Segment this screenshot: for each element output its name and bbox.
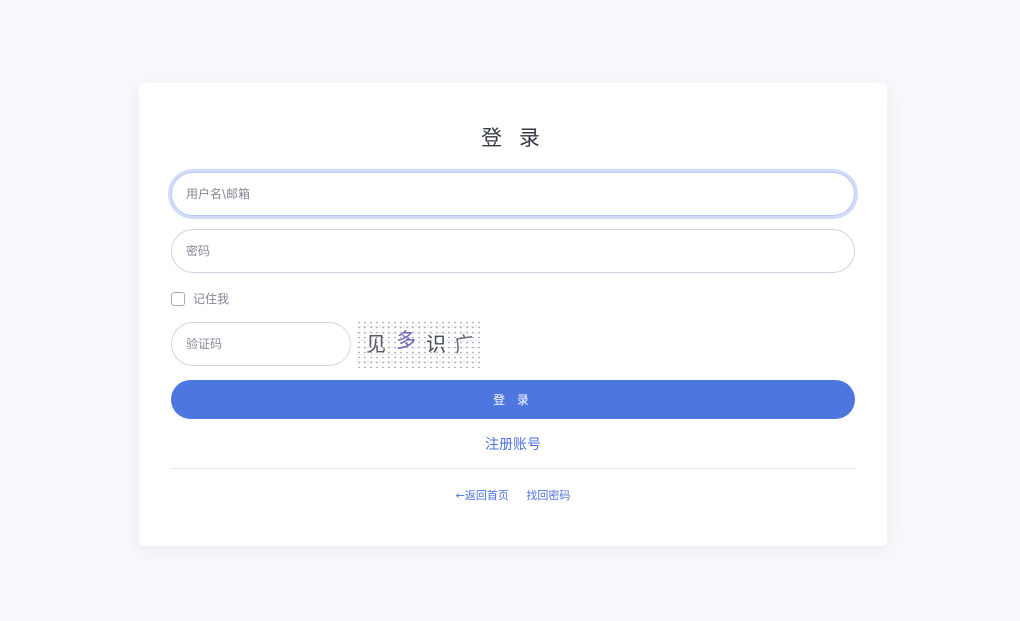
back-home-link[interactable]: ←返回首页: [456, 489, 509, 502]
divider: [171, 468, 855, 469]
login-card: 登 录 记住我 见 多 识 广 登 录 注册账号 ←返回首页 找回密码: [139, 83, 887, 546]
captcha-image[interactable]: 见 多 识 广: [356, 320, 480, 368]
captcha-char: 广: [452, 330, 476, 358]
captcha-char: 多: [396, 328, 416, 352]
register-link[interactable]: 注册账号: [139, 434, 887, 454]
remember-checkbox[interactable]: [171, 291, 185, 306]
login-page: 登 录 记住我 见 多 识 广 登 录 注册账号 ←返回首页 找回密码: [0, 0, 1020, 621]
username-input[interactable]: [171, 172, 855, 216]
captcha-input[interactable]: [171, 322, 351, 366]
forgot-password-link[interactable]: 找回密码: [526, 489, 570, 502]
footer-links: ←返回首页 找回密码: [139, 487, 887, 503]
remember-me[interactable]: 记住我: [171, 290, 229, 307]
page-title: 登 录: [481, 126, 545, 150]
login-button[interactable]: 登 录: [171, 380, 855, 419]
remember-label: 记住我: [193, 292, 230, 306]
captcha-char: 识: [426, 332, 446, 356]
captcha-char: 见: [366, 332, 386, 356]
password-input[interactable]: [171, 229, 855, 273]
